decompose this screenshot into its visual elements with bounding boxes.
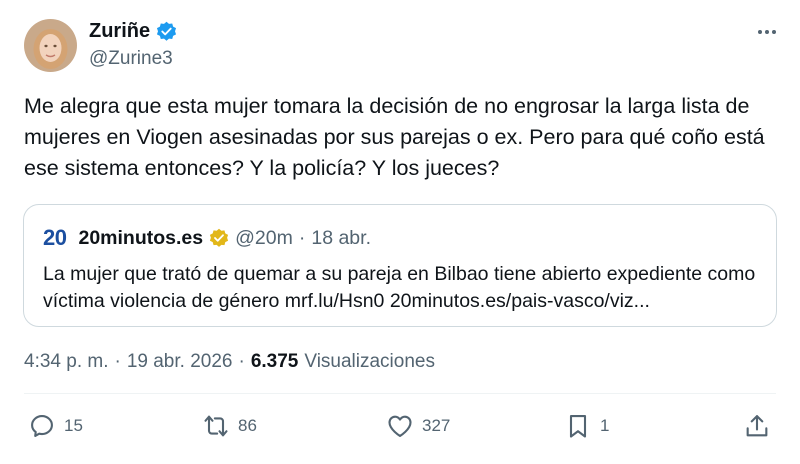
quoted-separator: ·	[298, 226, 306, 249]
share-button[interactable]	[743, 412, 771, 440]
like-button[interactable]: 327	[386, 412, 450, 440]
quoted-account-handle: @20m	[235, 226, 293, 249]
retweet-count: 86	[238, 416, 257, 435]
reply-count: 15	[64, 416, 83, 435]
views-label: Visualizaciones	[304, 351, 435, 372]
quoted-tweet-card[interactable]: 20 20minutos.es @20m · 18 abr. La mujer …	[23, 204, 777, 327]
tweet-meta: 4:34 p. m. · 19 abr. 2026 · 6.375 Visual…	[24, 351, 435, 373]
tweet-date[interactable]: 19 abr. 2026	[127, 351, 233, 373]
bookmark-button[interactable]: 1	[564, 412, 609, 440]
action-bar: 15 86 327 1	[28, 412, 780, 448]
bookmark-count: 1	[600, 416, 610, 435]
gold-verified-badge-icon	[209, 228, 229, 248]
heart-icon	[388, 415, 412, 437]
author-name-row: Zuriñe	[89, 20, 177, 43]
reply-button[interactable]: 15	[28, 412, 83, 440]
tweet-time[interactable]: 4:34 p. m.	[24, 351, 109, 373]
quoted-tweet-text: La mujer que trató de quemar a su pareja…	[43, 263, 756, 312]
meta-separator: ·	[238, 351, 245, 372]
verified-badge-icon	[156, 21, 177, 42]
tweet-text: Me alegra que esta mujer tomara la decis…	[24, 94, 765, 180]
avatar[interactable]	[24, 19, 77, 72]
retweet-icon	[204, 415, 228, 437]
like-count: 327	[422, 416, 451, 435]
bookmark-icon	[569, 415, 587, 438]
reply-icon	[31, 415, 53, 437]
quoted-date: 18 abr.	[311, 226, 371, 249]
divider	[24, 393, 776, 394]
share-icon	[746, 415, 768, 437]
author-handle[interactable]: @Zurine3	[89, 48, 173, 70]
retweet-button[interactable]: 86	[202, 412, 257, 440]
meta-separator: ·	[114, 351, 121, 372]
views-count: 6.375	[250, 351, 299, 372]
quoted-account-name: 20minutos.es	[78, 226, 204, 249]
more-options-icon[interactable]	[758, 30, 776, 34]
quoted-account-logo: 20	[43, 225, 67, 250]
author-display-name[interactable]: Zuriñe	[89, 20, 150, 43]
quoted-tweet-header: 20 20minutos.es @20m · 18 abr.	[43, 225, 371, 251]
